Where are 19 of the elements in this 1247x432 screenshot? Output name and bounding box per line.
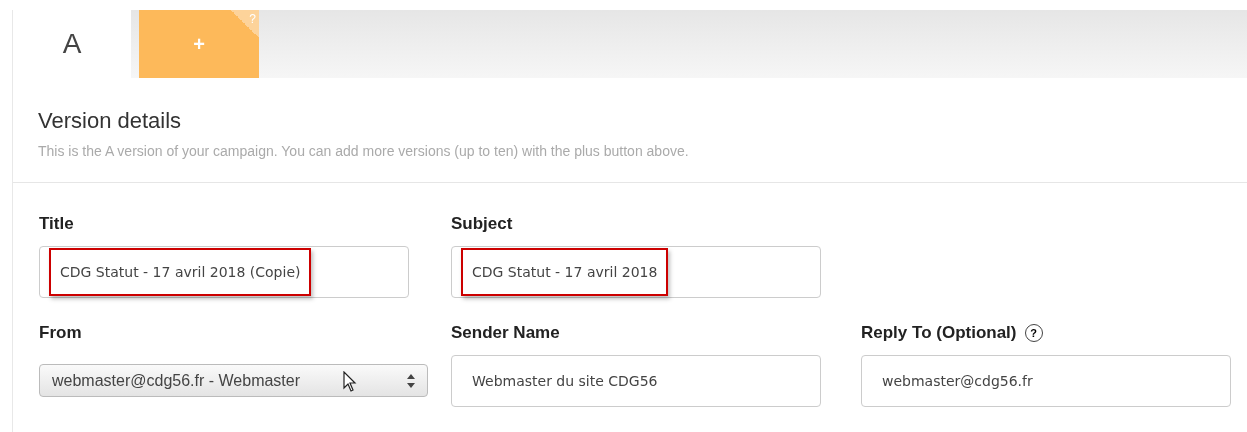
field-label: Title xyxy=(39,213,74,236)
sender-select[interactable]: webmaster@cdg56.fr - Webmaster xyxy=(39,364,428,397)
field-label: From xyxy=(39,322,82,345)
field-label: Subject xyxy=(451,213,513,236)
section-description: This is the A version of your campaign. You can add more versions (up to ten) with the plus button above. xyxy=(38,142,690,161)
text-field[interactable]: CDG Statut - 17 avril 2018 xyxy=(451,246,821,298)
field-value: CDG Statut - 17 avril 2018 xyxy=(472,264,658,280)
version-tab[interactable]: A xyxy=(13,10,131,78)
field-label: Reply To (Optional) xyxy=(861,322,1017,345)
text-field[interactable]: Webmaster du site CDG56 xyxy=(451,355,821,407)
updown-icon xyxy=(407,373,415,388)
field-label: Sender Name xyxy=(451,322,560,345)
field-value: CDG Statut - 17 avril 2018 (Copie) xyxy=(60,264,301,280)
text-field[interactable]: webmaster@cdg56.fr xyxy=(861,355,1231,407)
field-value: webmaster@cdg56.fr xyxy=(882,373,1033,389)
field-value: Webmaster du site CDG56 xyxy=(472,373,658,389)
text-field[interactable]: CDG Statut - 17 avril 2018 (Copie) xyxy=(39,246,409,298)
cursor-icon xyxy=(343,371,359,393)
section-title: Version details xyxy=(38,107,183,135)
